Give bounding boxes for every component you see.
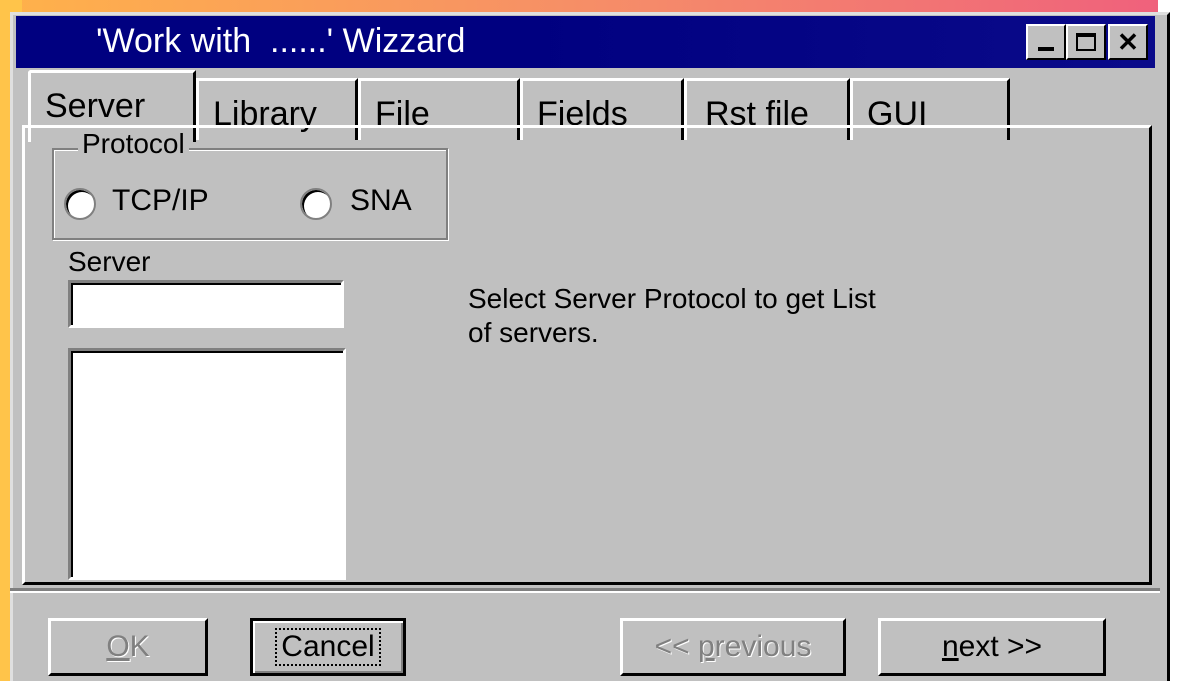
maximize-button[interactable]: [1066, 24, 1106, 60]
close-button[interactable]: ✕: [1108, 24, 1148, 60]
window-title: 'Work with ......' Wizzard: [96, 22, 466, 60]
ok-button[interactable]: OK: [48, 618, 208, 676]
previous-button-label-rest: revious: [714, 630, 812, 663]
previous-button[interactable]: << p revious: [620, 618, 846, 676]
server-list[interactable]: [68, 348, 346, 580]
next-button-mnemonic: n: [941, 630, 959, 663]
instruction-line-1: Select Server Protocol to get List: [468, 283, 876, 314]
tab-server-label: Server: [45, 87, 146, 125]
close-icon: ✕: [1117, 26, 1139, 57]
title-bar[interactable]: 'Work with ......' Wizzard ✕: [16, 16, 1155, 68]
protocol-legend: Protocol: [78, 128, 189, 160]
server-label: Server: [68, 246, 151, 277]
minimize-button[interactable]: [1026, 24, 1066, 60]
radio-tcpip[interactable]: [64, 188, 96, 220]
radio-sna-label[interactable]: SNA: [350, 184, 412, 218]
cancel-button-label: Cancel: [275, 628, 381, 666]
next-button[interactable]: n ext >>: [878, 618, 1106, 676]
divider-highlight: [10, 591, 1160, 593]
instruction-text: Select Server Protocol to get List of se…: [468, 282, 876, 350]
ok-button-mnemonic: O: [106, 630, 130, 663]
server-input[interactable]: [68, 280, 344, 328]
radio-sna[interactable]: [300, 188, 332, 220]
previous-button-prefix: <<: [654, 630, 698, 663]
ok-button-label-rest: K: [129, 630, 150, 663]
previous-button-mnemonic: p: [697, 630, 715, 663]
next-button-label-rest: ext >>: [958, 630, 1043, 663]
minimize-icon: [1038, 47, 1054, 51]
radio-tcpip-label[interactable]: TCP/IP: [112, 184, 209, 218]
cancel-button[interactable]: Cancel: [250, 618, 406, 676]
instruction-line-2: of servers.: [468, 317, 599, 348]
maximize-icon: [1076, 33, 1096, 51]
